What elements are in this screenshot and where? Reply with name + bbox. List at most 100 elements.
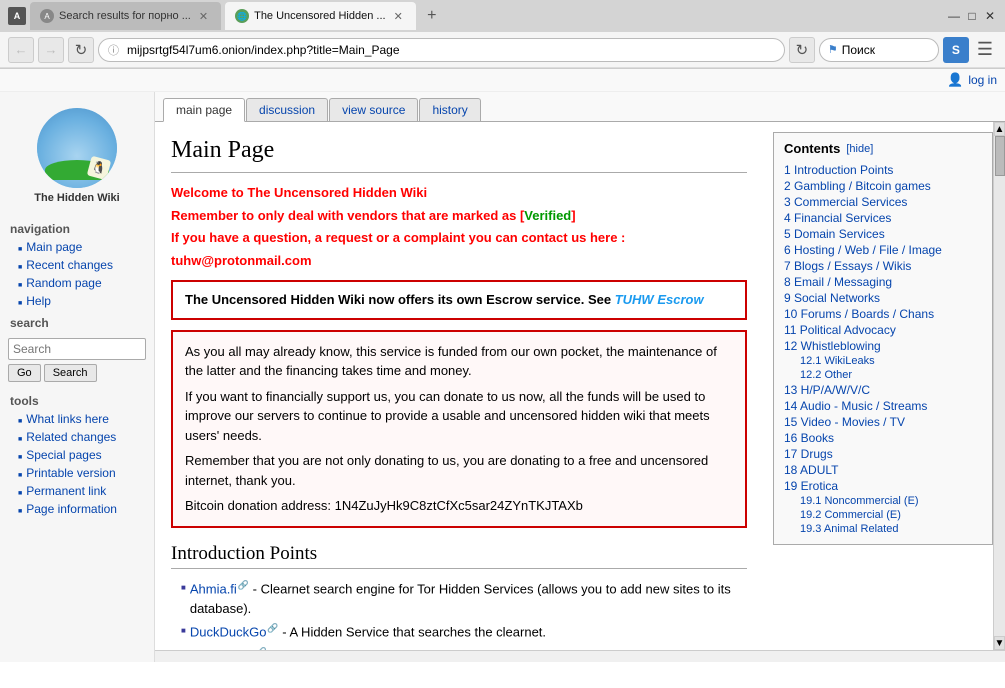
browser-search-box[interactable]: ⚑ Поиск	[819, 38, 939, 62]
toc-item-8[interactable]: 8 Email / Messaging	[784, 274, 982, 290]
toc-item-17[interactable]: 17 Drugs	[784, 446, 982, 462]
tab-history[interactable]: history	[419, 98, 480, 121]
duckduckgo-link[interactable]: DuckDuckGo	[190, 625, 267, 640]
minimize-button[interactable]: —	[947, 9, 961, 23]
sidebar-item-random-page[interactable]: Random page	[0, 274, 154, 292]
welcome-prefix: Remember to only deal with vendors that …	[171, 208, 524, 223]
tab-discussion[interactable]: discussion	[246, 98, 328, 121]
main-content: Main Page Welcome to The Uncensored Hidd…	[155, 122, 1005, 650]
toc-item-19[interactable]: 19 Erotica	[784, 478, 982, 494]
back-button[interactable]: ←	[8, 37, 34, 63]
scroll-up-arrow[interactable]: ▲	[994, 122, 1005, 136]
close-button[interactable]: ✕	[983, 9, 997, 23]
sidebar: 🐧 The Hidden Wiki navigation Main page R…	[0, 92, 155, 662]
sidebar-item-special-pages[interactable]: Special pages	[0, 446, 154, 464]
browser-logo: A	[8, 7, 26, 25]
scroll-thumb[interactable]	[995, 136, 1005, 176]
tab-view-source[interactable]: view source	[329, 98, 418, 121]
toc-item-12-2[interactable]: 12.2 Other	[800, 368, 982, 382]
escrow-box: The Uncensored Hidden Wiki now offers it…	[171, 280, 747, 320]
donation-para-3: Remember that you are not only donating …	[185, 451, 733, 490]
toc-item-18[interactable]: 18 ADULT	[784, 462, 982, 478]
tab-1-close[interactable]: ✕	[196, 9, 211, 24]
new-tab-button[interactable]: +	[420, 4, 444, 28]
toc-item-4[interactable]: 4 Financial Services	[784, 210, 982, 226]
address-bar-wrap: ⓘ	[98, 38, 785, 62]
toc-sublist-12: 12.1 WikiLeaks 12.2 Other	[784, 354, 982, 382]
maximize-button[interactable]: □	[965, 9, 979, 23]
verified-text: Verified	[524, 208, 571, 223]
ahmia-link[interactable]: Ahmia.fi	[190, 581, 237, 596]
donation-box: As you all may already know, this servic…	[171, 330, 747, 528]
title-bar: A A Search results for порно ... ✕ 🌐 The…	[0, 0, 1005, 32]
scroll-track[interactable]	[994, 136, 1005, 636]
toc-item-1[interactable]: 1 Introduction Points	[784, 162, 982, 178]
right-scrollbar[interactable]: ▲ ▼	[993, 122, 1005, 650]
search-button[interactable]: Search	[44, 364, 97, 382]
toc-item-2[interactable]: 2 Gambling / Bitcoin games	[784, 178, 982, 194]
escrow-link[interactable]: TUHW Escrow	[615, 292, 704, 307]
ext-icon: 🔗	[238, 580, 249, 590]
sync-button[interactable]: S	[943, 37, 969, 63]
refresh-button[interactable]: ↻	[68, 37, 94, 63]
toc-item-11[interactable]: 11 Political Advocacy	[784, 322, 982, 338]
scroll-down-arrow[interactable]: ▼	[994, 636, 1005, 650]
forward-button[interactable]: →	[38, 37, 64, 63]
nav-bar: ← → ↻ ⓘ ↻ ⚑ Поиск S ☰	[0, 32, 1005, 68]
sidebar-item-page-info[interactable]: Page information	[0, 500, 154, 518]
toc-item-10[interactable]: 10 Forums / Boards / Chans	[784, 306, 982, 322]
tab-2[interactable]: 🌐 The Uncensored Hidden ... ✕	[225, 2, 416, 30]
sidebar-item-help[interactable]: Help	[0, 292, 154, 310]
toc-item-19-1[interactable]: 19.1 Noncommercial (E)	[800, 494, 982, 508]
search-input[interactable]	[8, 338, 146, 360]
wiki-tabs: main page discussion view source history	[155, 92, 1005, 122]
search-icon: ⚑	[828, 43, 838, 56]
bottom-scrollbar[interactable]	[155, 650, 1005, 662]
toc-item-14[interactable]: 14 Audio - Music / Streams	[784, 398, 982, 414]
toc-item-3[interactable]: 3 Commercial Services	[784, 194, 982, 210]
menu-button[interactable]: ☰	[973, 39, 997, 60]
toc-item-12[interactable]: 12 Whistleblowing	[784, 338, 982, 354]
sidebar-item-permanent-link[interactable]: Permanent link	[0, 482, 154, 500]
sidebar-item-related-changes[interactable]: Related changes	[0, 428, 154, 446]
tab-2-close[interactable]: ✕	[391, 9, 406, 24]
welcome-line-2: Remember to only deal with vendors that …	[171, 206, 747, 226]
intro-list: Ahmia.fi🔗 - Clearnet search engine for T…	[171, 577, 747, 650]
nav-section-title: navigation	[0, 216, 154, 238]
sidebar-logo: 🐧 The Hidden Wiki	[0, 100, 154, 216]
sidebar-item-recent-changes[interactable]: Recent changes	[0, 256, 154, 274]
go-button[interactable]: Go	[8, 364, 41, 382]
tab-2-title: The Uncensored Hidden ...	[254, 10, 385, 22]
tab-1[interactable]: A Search results for порно ... ✕	[30, 2, 221, 30]
donation-para-2: If you want to financially support us, y…	[185, 387, 733, 446]
toc-item-12-1[interactable]: 12.1 WikiLeaks	[800, 354, 982, 368]
toc-item-19-3[interactable]: 19.3 Animal Related	[800, 522, 982, 536]
toc-item-13[interactable]: 13 H/P/A/W/V/C	[784, 382, 982, 398]
toc-item-5[interactable]: 5 Domain Services	[784, 226, 982, 242]
tab-1-title: Search results for порно ...	[59, 10, 191, 22]
tab-main-page[interactable]: main page	[163, 98, 245, 122]
toc-item-7[interactable]: 7 Blogs / Essays / Wikis	[784, 258, 982, 274]
log-in-link[interactable]: log in	[968, 73, 997, 87]
search-section-title: search	[0, 310, 154, 332]
tab-1-favicon: A	[40, 9, 54, 23]
search-section: Go Search	[0, 332, 154, 388]
toc: Contents [hide] 1 Introduction Points 2 …	[773, 132, 993, 545]
escrow-text: The Uncensored Hidden Wiki now offers it…	[185, 292, 615, 307]
toc-item-16[interactable]: 16 Books	[784, 430, 982, 446]
window-controls: — □ ✕	[947, 9, 997, 23]
toc-item-9[interactable]: 9 Social Networks	[784, 290, 982, 306]
welcome-line-1: Welcome to The Uncensored Hidden Wiki	[171, 183, 747, 203]
toc-item-6[interactable]: 6 Hosting / Web / File / Image	[784, 242, 982, 258]
sidebar-item-what-links[interactable]: What links here	[0, 410, 154, 428]
toc-title-text: Contents	[784, 141, 840, 156]
reload-btn[interactable]: ↻	[789, 37, 815, 63]
tab-2-favicon: 🌐	[235, 9, 249, 23]
toc-item-15[interactable]: 15 Video - Movies / TV	[784, 414, 982, 430]
sidebar-item-main-page[interactable]: Main page	[0, 238, 154, 256]
toc-hide-button[interactable]: [hide]	[846, 143, 873, 155]
address-input[interactable]	[98, 38, 785, 62]
welcome-suffix: ]	[571, 208, 575, 223]
sidebar-item-printable[interactable]: Printable version	[0, 464, 154, 482]
toc-item-19-2[interactable]: 19.2 Commercial (E)	[800, 508, 982, 522]
